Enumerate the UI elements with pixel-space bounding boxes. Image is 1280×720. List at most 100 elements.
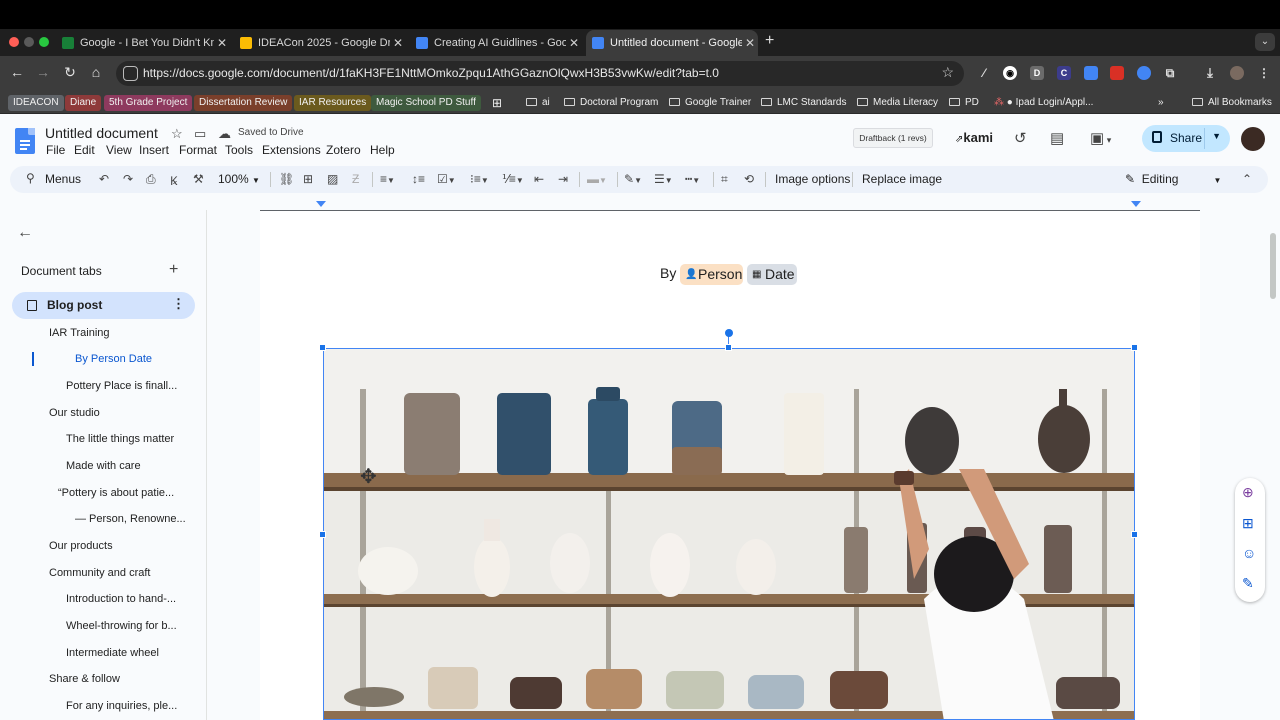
resize-handle-top-left[interactable] bbox=[319, 344, 326, 351]
pen-color-icon[interactable]: ✎▼ bbox=[624, 172, 642, 186]
outline-item[interactable]: Our products bbox=[49, 540, 113, 552]
comments-icon[interactable]: ▤ bbox=[1050, 129, 1064, 147]
border-weight-icon[interactable]: ☰▼ bbox=[654, 172, 673, 186]
apps-grid-icon[interactable]: ⊞ bbox=[488, 95, 506, 111]
clear-formatting-icon[interactable]: Ƶ bbox=[352, 172, 359, 186]
outline-item[interactable]: Our studio bbox=[49, 407, 100, 419]
share-button[interactable]: Share ▼ bbox=[1142, 125, 1230, 152]
bookmark-iar[interactable]: IAR Resources bbox=[294, 95, 372, 111]
version-history-icon[interactable]: ↺ bbox=[1014, 129, 1027, 147]
cloud-saved-icon[interactable]: ☁ bbox=[218, 126, 231, 142]
resize-handle-right[interactable] bbox=[1131, 531, 1138, 538]
resize-handle-top[interactable] bbox=[725, 344, 732, 351]
kami-button[interactable]: ⇗kami bbox=[955, 130, 993, 145]
menu-edit[interactable]: Edit bbox=[74, 143, 95, 157]
chevron-down-icon[interactable]: ▼ bbox=[1212, 131, 1221, 141]
image-options-button[interactable]: Image options bbox=[775, 172, 850, 186]
back-arrow-icon[interactable]: ← bbox=[17, 224, 33, 242]
bookmark-ideacon[interactable]: IDEACON bbox=[8, 95, 64, 111]
reload-icon[interactable]: ↻ bbox=[61, 64, 79, 81]
crop-icon[interactable]: ⌗ bbox=[721, 172, 728, 187]
rotate-handle[interactable] bbox=[725, 329, 733, 337]
bulleted-list-icon[interactable]: ⁝≡▼ bbox=[470, 172, 489, 186]
menu-file[interactable]: File bbox=[46, 143, 65, 157]
resize-handle-left[interactable] bbox=[319, 531, 326, 538]
add-comment-icon[interactable]: ⊞ bbox=[303, 172, 313, 186]
increase-indent-icon[interactable]: ⇥ bbox=[558, 172, 568, 186]
menu-view[interactable]: View bbox=[106, 143, 132, 157]
home-icon[interactable]: ⌂ bbox=[87, 64, 105, 80]
menu-extensions[interactable]: Extensions bbox=[262, 143, 321, 157]
meet-video-icon[interactable]: ▣ ▾ bbox=[1090, 129, 1111, 147]
bookmark-star-icon[interactable]: ☆ bbox=[941, 64, 954, 81]
person-smart-chip[interactable]: 👤 Person bbox=[680, 264, 743, 285]
editing-mode-select[interactable]: ✎ Editing ▼ bbox=[1125, 172, 1221, 186]
document-title[interactable]: Untitled document bbox=[45, 125, 158, 141]
insert-link-icon[interactable]: ⛓ bbox=[279, 172, 294, 186]
extension-pen-icon[interactable]: ⁄ bbox=[977, 66, 991, 80]
line-spacing-icon[interactable]: ↕≡ bbox=[412, 172, 425, 186]
bookmark-5th-grade[interactable]: 5th Grade Project bbox=[104, 95, 193, 111]
add-emoji-reaction-icon[interactable]: ⊕ bbox=[1242, 484, 1254, 501]
tab-options-icon[interactable]: ⋮ bbox=[172, 296, 185, 312]
sidebar-tab-blog-post[interactable]: Blog post ⋮ bbox=[12, 292, 195, 319]
replace-image-button[interactable]: Replace image bbox=[862, 172, 942, 186]
bookmark-diane[interactable]: Diane bbox=[65, 95, 102, 111]
print-icon[interactable]: ⎙ bbox=[146, 172, 156, 187]
browser-menu-icon[interactable]: ⋮ bbox=[1257, 66, 1271, 80]
right-indent-marker[interactable] bbox=[1131, 201, 1141, 207]
bookmark-folder[interactable]: Google Trainer bbox=[665, 95, 755, 111]
tab-search-icon[interactable]: ⌄ bbox=[1255, 33, 1275, 51]
draftback-button[interactable]: Draftback (1 revs) bbox=[853, 128, 933, 148]
add-tab-icon[interactable]: + bbox=[169, 261, 178, 279]
zoom-select[interactable]: 100% ▼ bbox=[218, 172, 260, 186]
decrease-indent-icon[interactable]: ⇤ bbox=[534, 172, 544, 186]
align-icon[interactable]: ≡▼ bbox=[380, 172, 395, 186]
search-menus-input[interactable]: Menus bbox=[45, 172, 81, 186]
forward-icon[interactable]: → bbox=[34, 64, 52, 80]
close-tab-icon[interactable]: ✕ bbox=[214, 36, 230, 50]
close-tab-icon[interactable]: ✕ bbox=[566, 36, 582, 50]
extension-d-icon[interactable]: D bbox=[1030, 66, 1044, 80]
add-comment-icon[interactable]: ⊞ bbox=[1242, 515, 1254, 532]
browser-tab[interactable]: Google - I Bet You Didn't Kno ✕ bbox=[56, 30, 230, 56]
undo-icon[interactable]: ↶ bbox=[99, 172, 109, 186]
outline-item[interactable]: By Person Date bbox=[75, 353, 152, 365]
bookmark-folder[interactable]: Media Literacy bbox=[853, 95, 942, 111]
extension-blue-icon[interactable] bbox=[1137, 66, 1151, 80]
extension-c-icon[interactable]: C bbox=[1057, 66, 1071, 80]
suggest-edits-icon[interactable]: ✎ bbox=[1242, 575, 1254, 592]
emoji-icon[interactable]: ☺ bbox=[1242, 545, 1256, 561]
bookmark-dissertation[interactable]: Dissertation Review bbox=[194, 95, 293, 111]
all-bookmarks[interactable]: All Bookmarks bbox=[1188, 95, 1276, 111]
close-tab-icon[interactable]: ✕ bbox=[742, 36, 758, 50]
pottery-shelf-image[interactable] bbox=[323, 348, 1135, 720]
menu-tools[interactable]: Tools bbox=[225, 143, 253, 157]
address-bar[interactable]: https://docs.google.com/document/d/1faKH… bbox=[116, 61, 964, 86]
outline-item[interactable]: Made with care bbox=[66, 460, 141, 472]
outline-item[interactable]: Community and craft bbox=[49, 567, 150, 579]
extension-circle-icon[interactable]: ◉ bbox=[1003, 66, 1017, 80]
outline-item[interactable]: Pottery Place is finall... bbox=[66, 380, 177, 392]
insert-image-icon[interactable]: ▨ bbox=[327, 172, 338, 186]
menu-format[interactable]: Format bbox=[179, 143, 217, 157]
numbered-list-icon[interactable]: ⅟≡▼ bbox=[502, 172, 524, 186]
account-avatar[interactable] bbox=[1241, 127, 1265, 151]
search-menus-icon[interactable]: ⚲ bbox=[26, 171, 35, 185]
close-tab-icon[interactable]: ✕ bbox=[390, 36, 406, 50]
left-indent-marker[interactable] bbox=[316, 201, 326, 207]
browser-tab-active[interactable]: Untitled document - Google D ✕ bbox=[586, 30, 758, 56]
profile-avatar[interactable] bbox=[1230, 66, 1244, 80]
extension-red-icon[interactable] bbox=[1110, 66, 1124, 80]
star-icon[interactable]: ☆ bbox=[171, 126, 183, 142]
menu-insert[interactable]: Insert bbox=[139, 143, 169, 157]
outline-item[interactable]: For any inquiries, ple... bbox=[66, 700, 177, 712]
extensions-puzzle-icon[interactable]: ⧉ bbox=[1163, 66, 1177, 80]
extension-docs-icon[interactable] bbox=[1084, 66, 1098, 80]
outline-item[interactable]: — Person, Renowne... bbox=[75, 513, 186, 525]
zoom-window-button[interactable] bbox=[39, 37, 49, 47]
outline-item[interactable]: Share & follow bbox=[49, 673, 120, 685]
more-bookmarks-icon[interactable]: » bbox=[1154, 95, 1168, 111]
move-folder-icon[interactable]: ▭ bbox=[194, 126, 206, 142]
vertical-scrollbar[interactable] bbox=[1270, 233, 1276, 299]
